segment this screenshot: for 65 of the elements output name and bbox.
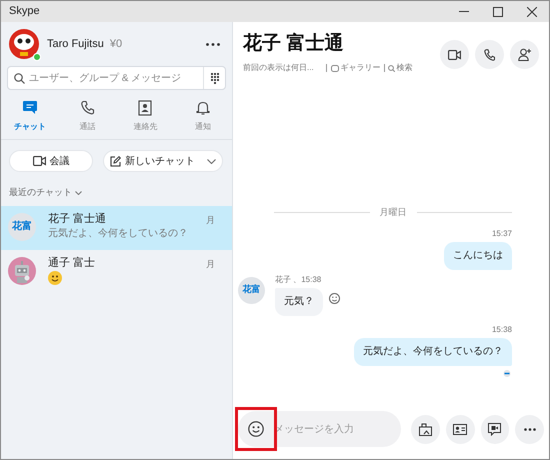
chevron-down-icon[interactable] — [75, 190, 82, 195]
search-input[interactable]: ユーザー、グループ & メッセージ — [29, 70, 203, 86]
bell-icon — [195, 100, 212, 116]
chat-time: 月 — [206, 214, 215, 226]
last-seen-text: 前回の表示は何日... — [243, 62, 314, 74]
close-icon — [527, 6, 537, 16]
emoji-icon — [248, 421, 264, 437]
avatar: 花富 — [238, 276, 265, 304]
avatar-drawing[interactable] — [8, 28, 40, 60]
message-time: 15:38 — [492, 324, 512, 336]
add-person-icon — [518, 48, 532, 61]
maximize-icon — [493, 6, 503, 16]
message-bubble: 元気？ — [275, 288, 323, 316]
gallery-icon — [330, 64, 339, 72]
media-gallery-icon — [418, 422, 432, 436]
message-time: 15:37 — [492, 228, 512, 240]
message-preview: 元気だよ、今何をしているの？ — [48, 226, 189, 240]
contacts-icon — [137, 100, 154, 116]
smiley-icon — [48, 270, 62, 284]
contact-name: 通子 富士 — [48, 256, 96, 270]
chat-list-item[interactable]: 通子 富士 月 — [1, 250, 232, 294]
chat-icon — [22, 100, 38, 116]
message-bubble: 元気だよ、今何をしているの？ — [354, 338, 512, 366]
chat-list-item[interactable]: 花富 花子 富士通 元気だよ、今何をしているの？ 月 — [1, 206, 232, 250]
contact-card-icon — [453, 424, 468, 434]
chat-time: 月 — [206, 258, 215, 270]
add-person-button[interactable] — [510, 40, 539, 69]
phone-icon — [484, 48, 495, 60]
nav-tab[interactable]: チャット — [1, 100, 59, 136]
window-title: Skype — [9, 4, 40, 20]
video-camera-icon — [32, 156, 46, 166]
video-camera-icon — [448, 50, 461, 60]
dialpad-icon[interactable] — [210, 72, 218, 84]
conversation-title: 花子 富士通 — [243, 32, 344, 56]
nav-tab[interactable]: 連絡先 — [116, 100, 174, 136]
meeting-button[interactable]: 会議 — [9, 150, 93, 172]
media-button[interactable] — [411, 414, 440, 444]
video-message-button[interactable] — [480, 414, 510, 444]
call-button[interactable] — [475, 40, 504, 69]
search-link[interactable]: 検索 — [396, 62, 413, 74]
new-chat-button[interactable]: 新しいチャット — [103, 150, 223, 172]
compose-icon — [110, 156, 121, 166]
contact-card-button[interactable] — [446, 414, 474, 444]
sender-time: 花子 、15:38 — [275, 274, 322, 286]
more-icon — [524, 428, 536, 430]
credit-balance: ¥0 — [110, 36, 122, 52]
nav-tab[interactable]: 通話 — [58, 100, 116, 136]
video-call-button[interactable] — [440, 40, 469, 69]
avatar: 花富 — [8, 212, 36, 240]
recent-chats-label[interactable]: 最近のチャット — [9, 186, 72, 200]
emoji-icon[interactable] — [329, 293, 340, 304]
search-field[interactable]: ユーザー、グループ & メッセージ — [7, 66, 226, 90]
video-message-icon — [488, 422, 502, 436]
gallery-link[interactable]: ギャラリー — [340, 62, 381, 74]
profile-name: Taro Fujitsu — [47, 36, 104, 52]
nav-tab[interactable]: 通知 — [174, 100, 232, 136]
minimize-icon — [459, 11, 469, 12]
search-icon — [14, 72, 25, 84]
date-divider-label: 月曜日 — [380, 206, 406, 219]
phone-icon — [80, 100, 96, 116]
more-icon — [206, 42, 220, 46]
message-bubble: こんにちは — [444, 242, 512, 270]
contact-name: 花子 富士通 — [48, 212, 108, 226]
search-icon — [388, 64, 395, 72]
chevron-down-icon — [207, 158, 216, 164]
